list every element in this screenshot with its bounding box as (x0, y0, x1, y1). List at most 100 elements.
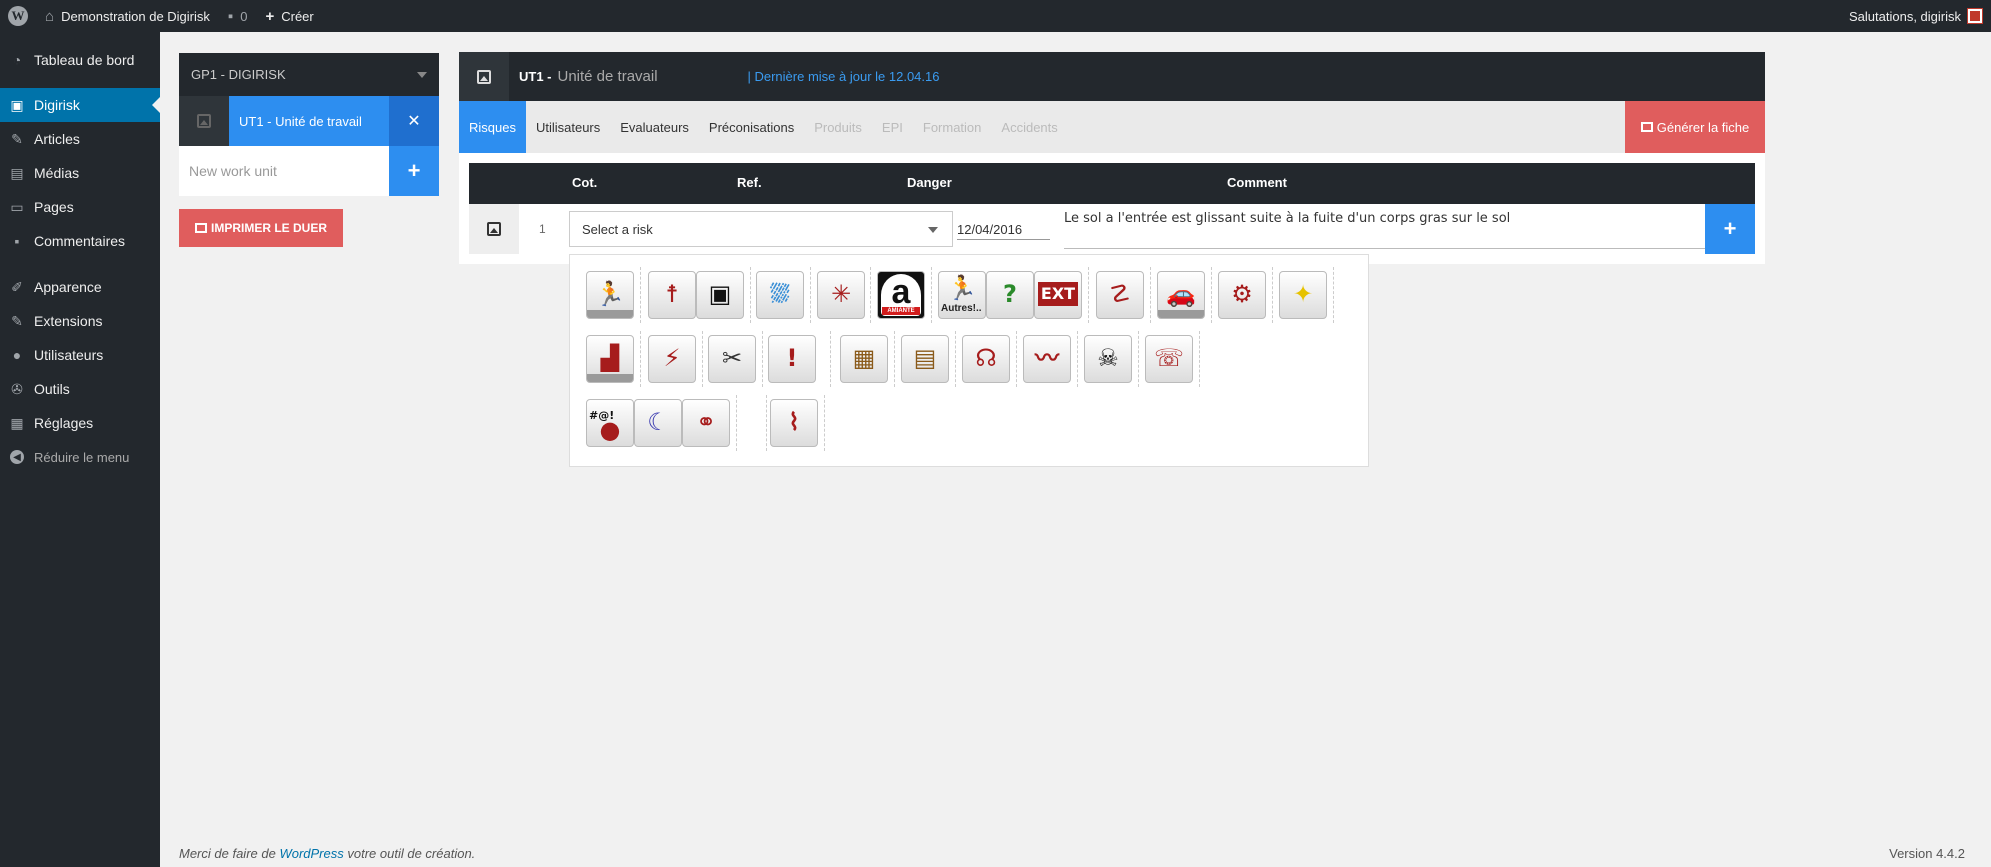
work-unit-thumbnail[interactable] (179, 96, 229, 146)
circulation-icon[interactable]: 🚗 (1157, 271, 1205, 319)
wordpress-link[interactable]: WordPress (279, 846, 343, 861)
work-unit-name: Unité de travail (275, 113, 362, 129)
sidebar-item-label: Pages (34, 199, 74, 215)
sidebar-item-label: Articles (34, 131, 80, 147)
manutention-manuelle-icon[interactable]: ▦ (840, 335, 888, 383)
sidebar-item-articles[interactable]: ✎ Articles (0, 122, 160, 156)
add-work-unit-button[interactable]: + (389, 146, 439, 196)
risk-thumbnail[interactable] (469, 204, 519, 254)
site-name-link[interactable]: ⌂ Demonstration de Digirisk (36, 0, 219, 32)
column-header-ref: Ref. (737, 175, 762, 190)
brush-icon: ✐ (11, 278, 23, 295)
sidebar-item-label: Utilisateurs (34, 347, 104, 363)
sidebar-item-settings[interactable]: ▦ Réglages (0, 406, 160, 440)
autres-icon[interactable]: 🏃 Autres!.. (938, 271, 986, 319)
sidebar-item-appearance[interactable]: ✐ Apparence (0, 270, 160, 304)
image-icon (487, 222, 501, 236)
image-icon (197, 114, 211, 128)
dashboard-icon: ◔ (12, 52, 22, 68)
new-content-link[interactable]: + Créer (256, 0, 322, 32)
export-icon (195, 223, 207, 233)
eclairage-icon[interactable]: ✦ (1279, 271, 1327, 319)
row-number: 1 (539, 222, 546, 236)
ondes-icon[interactable]: ☏ (1145, 335, 1193, 383)
sidebar-item-comments[interactable]: ▪ Commentaires (0, 224, 160, 258)
sidebar-item-label: Commentaires (34, 233, 126, 249)
sidebar-item-pages[interactable]: ▭ Pages (0, 190, 160, 224)
travail-nuit-icon[interactable]: ☾ (634, 399, 682, 447)
sidebar-item-label: Outils (34, 381, 70, 397)
comments-link[interactable]: ▪ 0 (219, 0, 257, 32)
pages-icon: ▭ (10, 198, 24, 215)
footer-suffix: votre outil de création. (347, 846, 476, 861)
toxique-icon[interactable]: ☠ (1084, 335, 1132, 383)
effondrement-icon[interactable]: ▟ (586, 335, 634, 383)
sidebar-item-dashboard[interactable]: ◔ Tableau de bord (0, 43, 160, 77)
amiante-icon[interactable]: a AMIANTE (877, 271, 925, 319)
new-work-unit-input[interactable] (179, 146, 389, 196)
comment-bubble-icon: ▪ (227, 7, 234, 25)
work-unit-ref: UT1 - (239, 113, 272, 129)
sidebar-item-tools[interactable]: ✇ Outils (0, 372, 160, 406)
vibrations-icon[interactable]: ⌇ (770, 399, 818, 447)
tab-risques[interactable]: Risques (459, 101, 526, 153)
comments-icon: ▪ (14, 233, 20, 249)
sidebar-item-plugins[interactable]: ✎ Extensions (0, 304, 160, 338)
wrench-icon: ✇ (11, 380, 23, 397)
work-unit-item[interactable]: UT1 - Unité de travail ✕ (179, 96, 439, 146)
manutention-mecanique-icon[interactable]: ⚙ (1218, 271, 1266, 319)
stockage-icon[interactable]: ▤ (901, 335, 949, 383)
group-selector[interactable]: GP1 - DIGIRISK (179, 53, 439, 96)
sidebar-item-digirisk[interactable]: ▣ Digirisk (0, 88, 160, 122)
nettoyage-icon[interactable]: 〰 (1023, 335, 1071, 383)
bruit-icon[interactable]: ☊ (962, 335, 1010, 383)
douche-icon[interactable]: ⛆ (756, 271, 804, 319)
last-update: | Dernière mise à jour le 12.04.16 (747, 69, 940, 84)
wordpress-logo-icon[interactable]: W (0, 0, 36, 32)
exterieur-icon[interactable]: EXT (1034, 271, 1082, 319)
export-icon (1640, 122, 1653, 132)
close-icon[interactable]: ✕ (389, 96, 439, 146)
chute-plain-pied-icon[interactable]: 🏃 (586, 271, 634, 319)
tab-utilisateurs[interactable]: Utilisateurs (526, 101, 610, 153)
table-row: 1 Select a risk Le sol a l'entrée est gl… (469, 204, 1755, 254)
relations-icon[interactable]: ⚭ (682, 399, 730, 447)
my-account-link[interactable]: Salutations, digirisk (1840, 0, 1991, 32)
sidebar-item-media[interactable]: ▤ Médias (0, 156, 160, 190)
sidebar-item-users[interactable]: ● Utilisateurs (0, 338, 160, 372)
activite-physique-icon[interactable]: ☨ (648, 271, 696, 319)
inconnu-icon[interactable]: ? (986, 271, 1034, 319)
tab-preconisations[interactable]: Préconisations (699, 101, 804, 153)
risk-select[interactable]: Select a risk (569, 211, 953, 247)
sidebar-item-label: Médias (34, 165, 80, 181)
collapse-arrow-icon: ◀ (10, 450, 24, 464)
risk-select-placeholder: Select a risk (582, 221, 653, 237)
date-input[interactable] (957, 220, 1050, 240)
generate-sheet-button[interactable]: Générer la fiche (1625, 101, 1765, 153)
comment-textarea[interactable]: Le sol a l'entrée est glissant suite à l… (1064, 209, 1714, 249)
group-label: GP1 - DIGIRISK (191, 67, 286, 82)
rayonnement-icon[interactable]: ✳ (817, 271, 865, 319)
settings-icon: ▦ (10, 414, 24, 431)
work-unit-header-thumbnail[interactable] (459, 52, 509, 101)
add-risk-button[interactable]: + (1705, 204, 1755, 254)
print-duer-button[interactable]: IMPRIMER LE DUER (179, 209, 344, 247)
incendie-icon[interactable]: ! (768, 335, 816, 383)
chevron-down-icon (928, 227, 938, 233)
new-work-unit-row: + (179, 146, 439, 196)
work-unit-header-name[interactable]: Unité de travail (558, 68, 748, 85)
chevron-down-icon (417, 71, 427, 78)
tab-evaluateurs[interactable]: Evaluateurs (610, 101, 699, 153)
tab-epi: EPI (881, 119, 903, 135)
outils-icon[interactable]: ✂ (708, 335, 756, 383)
sidebar-item-label: Tableau de bord (34, 52, 135, 68)
plus-icon: + (265, 7, 275, 25)
electricite-icon[interactable]: ⚡ (648, 335, 696, 383)
travail-ecran-icon[interactable]: ▣ (696, 271, 744, 319)
collapse-menu-label: Réduire le menu (34, 449, 130, 465)
chute-hauteur-icon[interactable]: ☡ (1096, 271, 1144, 319)
collapse-menu-button[interactable]: ◀ Réduire le menu (0, 440, 160, 474)
risk-table-header: Cot. Ref. Danger Comment (469, 163, 1755, 204)
work-unit-label[interactable]: UT1 - Unité de travail (229, 96, 389, 146)
psychosocial-icon[interactable]: #@! ● (586, 399, 634, 447)
